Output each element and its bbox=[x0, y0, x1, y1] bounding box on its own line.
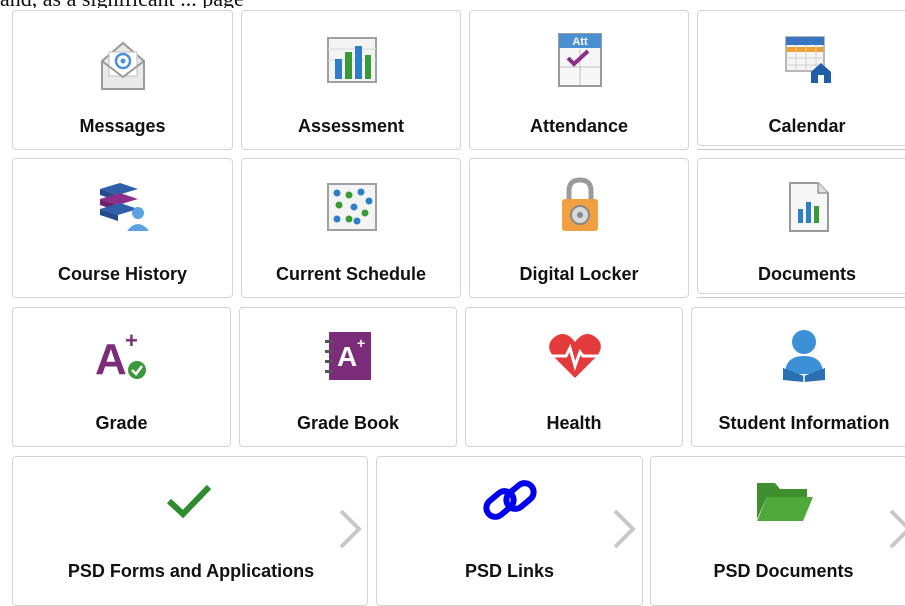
tile-course-history[interactable]: Course History bbox=[12, 158, 233, 298]
svg-text:Att: Att bbox=[572, 36, 588, 48]
tile-psd-links[interactable]: PSD Links bbox=[376, 456, 643, 606]
student-reading-icon bbox=[783, 330, 825, 382]
grade-a-plus-icon: A + bbox=[95, 330, 146, 380]
link-chain-icon bbox=[483, 480, 537, 520]
tile-digital-locker[interactable]: Digital Locker bbox=[469, 158, 689, 298]
tile-student-information[interactable]: Student Information bbox=[691, 307, 905, 447]
tile-messages[interactable]: Messages bbox=[12, 10, 233, 150]
tile-grade[interactable]: A + Grade bbox=[12, 307, 231, 447]
stack-edge bbox=[697, 149, 905, 150]
tile-label: Health bbox=[546, 413, 602, 433]
svg-text:+: + bbox=[357, 335, 365, 351]
heart-pulse-icon bbox=[549, 334, 601, 378]
svg-text:+: + bbox=[125, 330, 138, 353]
tile-attendance[interactable]: Att Attendance bbox=[469, 10, 689, 150]
envelope-email-icon bbox=[101, 41, 145, 90]
tile-label: PSD Links bbox=[464, 561, 555, 581]
partial-header-text: and, as a significant ... page bbox=[0, 0, 905, 8]
schedule-grid-icon bbox=[327, 183, 377, 231]
svg-text:A: A bbox=[337, 341, 357, 372]
tile-psd-documents[interactable]: PSD Documents bbox=[650, 456, 905, 606]
attendance-checklist-icon: Att bbox=[558, 33, 602, 87]
tile-label: Student Information bbox=[718, 413, 890, 433]
bar-chart-icon bbox=[327, 37, 377, 83]
padlock-icon bbox=[562, 177, 598, 231]
tile-label: Calendar bbox=[768, 116, 846, 136]
checkmark-icon bbox=[166, 484, 212, 519]
tile-label: Messages bbox=[79, 116, 166, 136]
chevron-right-icon bbox=[889, 509, 905, 549]
tile-label: Grade bbox=[95, 413, 148, 433]
tile-label: PSD Documents bbox=[713, 561, 854, 581]
tile-grade-book[interactable]: A + Grade Book bbox=[239, 307, 457, 447]
gradebook-icon: A + bbox=[325, 332, 371, 380]
tile-psd-forms-and-applications[interactable]: PSD Forms and Applications bbox=[12, 456, 368, 606]
chevron-right-icon bbox=[339, 509, 362, 549]
tile-assessment[interactable]: Assessment bbox=[241, 10, 461, 150]
stacked-books-icon bbox=[100, 183, 149, 231]
calendar-school-icon bbox=[785, 36, 831, 83]
chevron-right-icon bbox=[613, 509, 636, 549]
folder-open-icon bbox=[757, 483, 813, 521]
tile-label: Course History bbox=[57, 264, 188, 284]
svg-text:A: A bbox=[95, 335, 127, 380]
tile-label: Digital Locker bbox=[519, 264, 639, 284]
tile-health[interactable]: Health bbox=[465, 307, 683, 447]
tile-label: Grade Book bbox=[296, 413, 400, 433]
tile-documents[interactable]: Documents bbox=[697, 158, 905, 294]
tile-calendar[interactable]: Calendar bbox=[697, 10, 905, 146]
tile-label: Documents bbox=[757, 264, 856, 284]
tile-label: Current Schedule bbox=[275, 264, 427, 284]
document-chart-icon bbox=[789, 182, 829, 232]
tile-label: PSD Forms and Applications bbox=[67, 561, 315, 581]
stack-edge bbox=[697, 297, 905, 298]
tile-current-schedule[interactable]: Current Schedule bbox=[241, 158, 461, 298]
tile-label: Attendance bbox=[529, 116, 628, 136]
tile-label: Assessment bbox=[297, 116, 405, 136]
